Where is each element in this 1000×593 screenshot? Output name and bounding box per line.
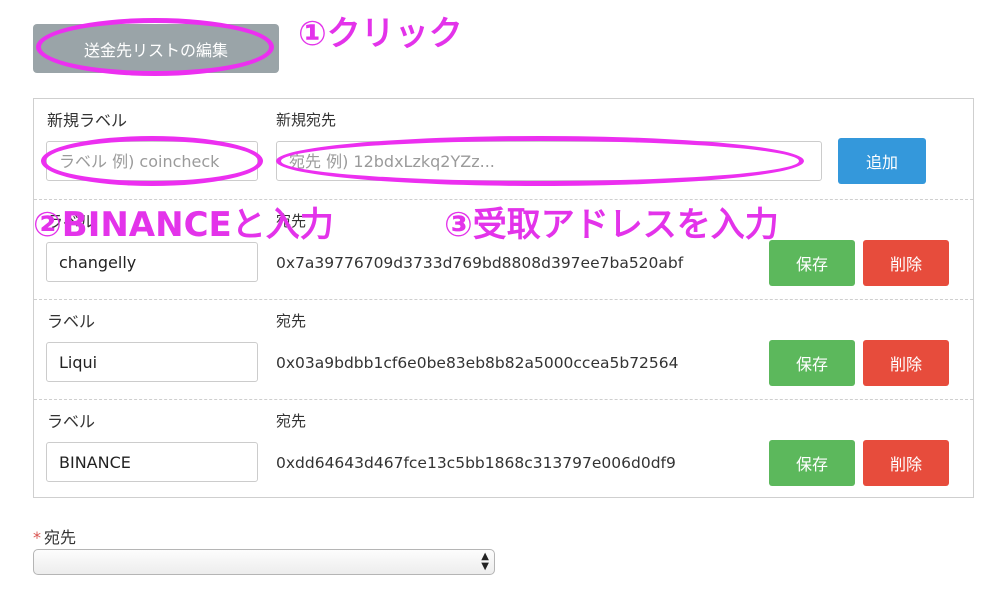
annotation-step1: ①クリック (298, 14, 463, 54)
annotation-ring-label (41, 136, 263, 186)
delete-button[interactable]: 削除 (863, 240, 949, 286)
label-heading: ラベル (47, 412, 96, 431)
add-button[interactable]: 追加 (838, 138, 926, 184)
delete-button[interactable]: 削除 (863, 440, 949, 486)
annotation-ring-edit (36, 18, 274, 76)
label-heading: ラベル (47, 312, 96, 331)
destination-label: * 宛先 (33, 524, 76, 548)
list-item: ラベル 宛先 0xdd64643d467fce13c5bb1868c313797… (34, 399, 973, 499)
address-value: 0x03a9bdbb1cf6e0be83eb8b82a5000ccea5b725… (276, 354, 679, 372)
address-heading: 宛先 (276, 412, 307, 430)
save-button[interactable]: 保存 (769, 340, 855, 386)
destination-label-text: 宛先 (44, 528, 77, 547)
new-address-heading: 新規宛先 (276, 111, 337, 129)
new-label-heading: 新規ラベル (47, 111, 128, 130)
required-mark: * (33, 528, 41, 547)
save-button[interactable]: 保存 (769, 440, 855, 486)
delete-button[interactable]: 削除 (863, 340, 949, 386)
label-input[interactable] (46, 342, 258, 382)
annotation-step3: ③受取アドレスを入力 (444, 205, 779, 245)
address-value: 0x7a39776709d3733d769bd8808d397ee7ba520a… (276, 254, 684, 272)
label-input[interactable] (46, 242, 258, 282)
destination-select[interactable]: ▲ ▼ (33, 549, 495, 575)
address-value: 0xdd64643d467fce13c5bb1868c313797e006d0d… (276, 454, 676, 472)
save-button[interactable]: 保存 (769, 240, 855, 286)
list-item: ラベル 宛先 0x03a9bdbb1cf6e0be83eb8b82a5000cc… (34, 299, 973, 399)
select-arrows-icon: ▲ ▼ (481, 551, 489, 572)
annotation-step2: ②BINANCEと入力 (33, 205, 334, 245)
annotation-ring-address (276, 136, 804, 186)
address-heading: 宛先 (276, 312, 307, 330)
label-input[interactable] (46, 442, 258, 482)
